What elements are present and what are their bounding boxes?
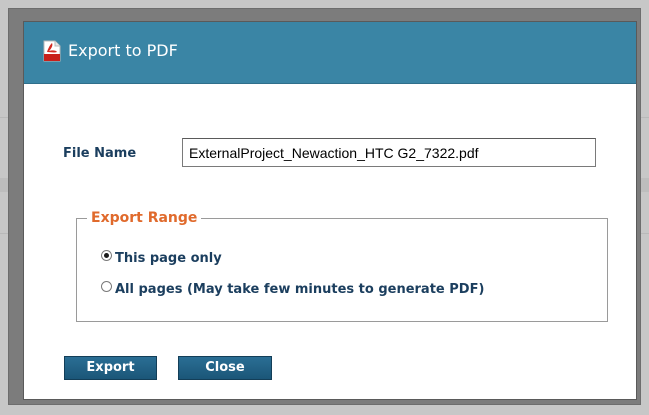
export-range-legend: Export Range: [87, 209, 202, 227]
pdf-file-icon: [43, 40, 61, 62]
export-button[interactable]: Export: [64, 356, 157, 380]
radio-option-this-page[interactable]: This page only: [101, 250, 222, 266]
export-dialog-frame: Export to PDF File Name Export Range Thi…: [8, 8, 641, 405]
file-name-input[interactable]: [182, 138, 596, 167]
radio-button-all-pages[interactable]: [101, 281, 112, 292]
file-name-label: File Name: [63, 146, 137, 161]
export-dialog: Export to PDF File Name Export Range Thi…: [23, 21, 637, 400]
dialog-title-bar: Export to PDF: [24, 22, 636, 84]
radio-label-this-page: This page only: [115, 251, 222, 266]
close-button[interactable]: Close: [178, 356, 272, 380]
dialog-title: Export to PDF: [68, 41, 178, 60]
radio-option-all-pages[interactable]: All pages (May take few minutes to gener…: [101, 281, 485, 297]
radio-button-this-page[interactable]: [101, 250, 112, 261]
radio-label-all-pages: All pages (May take few minutes to gener…: [115, 282, 485, 297]
export-range-group: Export Range This page only All pages (M…: [76, 209, 608, 322]
